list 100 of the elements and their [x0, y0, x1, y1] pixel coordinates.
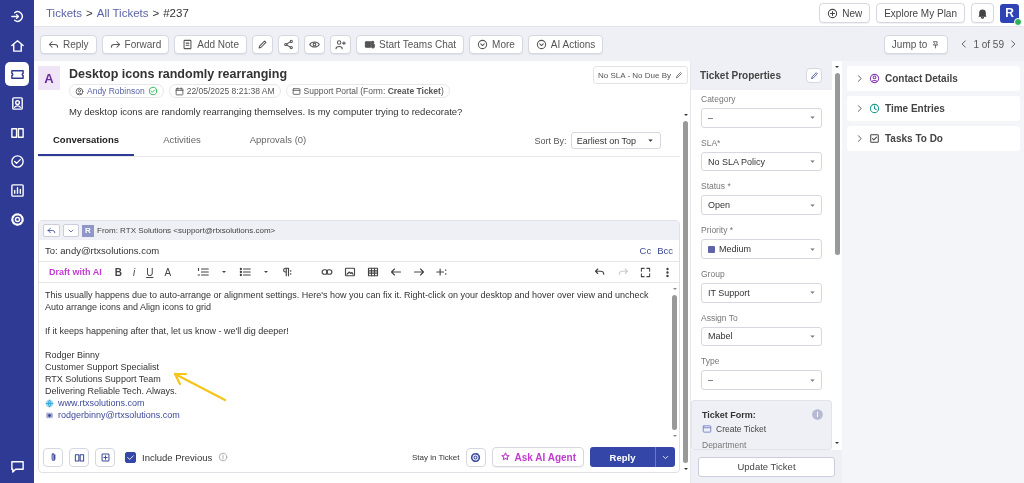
breadcrumb-separator: > — [86, 7, 93, 19]
chat-icon — [9, 458, 25, 474]
bcc-link[interactable]: Bcc — [657, 245, 673, 256]
reply-options-button[interactable] — [655, 447, 675, 467]
edit-icon — [809, 71, 819, 80]
add-person-button[interactable] — [329, 34, 351, 54]
info-icon — [218, 452, 229, 462]
ai-actions-button[interactable]: AI Actions — [527, 34, 604, 54]
pin-icon — [931, 39, 941, 49]
calendar-icon — [174, 86, 184, 96]
breadcrumb-link[interactable]: Tickets — [46, 7, 82, 19]
sla-badge[interactable]: No SLA - No Due By — [593, 66, 688, 84]
settings-button[interactable] — [465, 447, 486, 467]
forward-button[interactable]: Forward — [101, 34, 170, 54]
arrow-right-icon — [413, 266, 426, 278]
settings-icon — [9, 211, 25, 227]
field-dropdown[interactable]: No SLA Policy — [701, 151, 822, 172]
panel-scrollbar[interactable] — [681, 111, 690, 473]
to-address[interactable]: To: andy@rtxsolutions.com — [45, 245, 160, 256]
requester-avatar: A — [38, 66, 60, 90]
section-header[interactable]: Contact Details — [847, 66, 1020, 91]
field-dropdown[interactable]: Medium — [701, 239, 822, 259]
eye-icon — [308, 38, 320, 50]
reply-button[interactable]: Reply — [40, 34, 97, 54]
sidebar-item[interactable] — [5, 62, 29, 86]
field-dropdown[interactable]: – — [701, 108, 822, 128]
reply-send-button[interactable]: Reply — [590, 447, 655, 467]
message-text: If it keeps happening after that, let us know - we'll dig deeper! — [45, 325, 290, 337]
verified-icon — [147, 86, 158, 96]
user-avatar[interactable]: R — [1000, 3, 1019, 23]
scroll-down-icon — [833, 439, 841, 447]
attach-button[interactable] — [43, 447, 63, 467]
sender-avatar: R — [82, 224, 94, 237]
message-text: Rodger Binny — [45, 349, 101, 361]
field-label: Category — [701, 94, 737, 104]
website-link[interactable]: www.rtxsolutions.com — [58, 397, 145, 409]
notifications-button[interactable] — [971, 3, 994, 23]
field-dropdown[interactable]: Open — [701, 195, 822, 216]
email-icon — [45, 410, 54, 420]
breadcrumb-separator: > — [152, 7, 160, 19]
insert-icon — [436, 266, 449, 278]
tab[interactable]: Activities — [134, 125, 230, 156]
jump-to-button[interactable]: Jump to — [883, 34, 949, 54]
draft-with-ai-button[interactable]: Draft with AI — [49, 267, 102, 277]
new-button[interactable]: New — [819, 3, 871, 23]
ticket-form-value: Create Ticket — [716, 424, 767, 434]
redo-icon — [617, 266, 629, 278]
edit-button[interactable] — [251, 34, 273, 54]
chevron-right-icon — [855, 74, 864, 83]
font-size-button[interactable]: A — [164, 266, 172, 278]
teams-chat-button[interactable]: Start Teams Chat — [355, 34, 465, 54]
watch-button[interactable] — [303, 34, 325, 54]
field-label: Group — [701, 268, 726, 279]
insert-icon — [99, 451, 111, 463]
section-header[interactable]: Tasks To Do — [847, 126, 1020, 151]
next-icon — [1008, 39, 1018, 49]
field-label: SLA* — [701, 137, 722, 148]
cc-link[interactable]: Cc — [639, 245, 652, 256]
check-icon — [126, 452, 135, 462]
logout-icon — [9, 8, 25, 24]
field-label: Priority * — [701, 225, 735, 236]
reply-mode-button[interactable] — [43, 224, 60, 237]
sort-label: Sort By: — [534, 135, 567, 146]
check-circle-icon — [9, 153, 25, 169]
caret-icon — [646, 136, 655, 145]
section-header[interactable]: Time Entries — [847, 96, 1020, 121]
share-icon — [282, 38, 294, 50]
chevron-circle-icon — [535, 38, 547, 50]
field-dropdown[interactable]: Mabel — [701, 326, 822, 347]
chevron-circle-icon — [477, 38, 489, 50]
properties-title: Ticket Properties — [700, 70, 781, 81]
department-label: Department — [702, 440, 748, 449]
insert-button[interactable] — [95, 447, 115, 467]
breadcrumb-link[interactable]: All Tickets — [96, 7, 149, 19]
add-person-icon — [334, 38, 346, 50]
message-text: RTX Solutions Support Team — [45, 373, 162, 385]
bullet-list-icon — [239, 266, 252, 278]
field-dropdown[interactable]: – — [701, 370, 822, 391]
email-link[interactable]: rodgerbinny@rtxsolutions.com — [58, 409, 180, 421]
update-ticket-button[interactable]: Update Ticket — [698, 456, 835, 477]
tab[interactable]: Conversations — [38, 125, 134, 156]
reply-icon — [47, 226, 56, 235]
tab[interactable]: Approvals (0) — [230, 125, 326, 156]
explore-plan-button[interactable]: Explore My Plan — [876, 3, 965, 23]
field-dropdown[interactable]: IT Support — [701, 282, 822, 303]
italic-button[interactable]: i — [132, 266, 136, 278]
plus-circle-icon — [827, 7, 839, 19]
more-button[interactable]: More — [469, 34, 523, 54]
include-previous-checkbox[interactable] — [125, 451, 136, 463]
image-icon — [344, 266, 357, 278]
add-note-button[interactable]: Add Note — [174, 34, 247, 54]
edit-properties-button[interactable] — [806, 68, 822, 83]
sort-dropdown[interactable]: Earliest on Top — [570, 132, 661, 149]
ticket-title: Desktop icons randomly rearranging — [69, 67, 289, 81]
share-button[interactable] — [277, 34, 299, 54]
numbered-list-icon — [197, 266, 210, 278]
knowledge-base-button[interactable] — [69, 447, 89, 467]
ask-ai-agent-button[interactable]: Ask AI Agent — [491, 447, 584, 467]
underline-button[interactable]: U — [146, 266, 154, 278]
bold-button[interactable]: B — [114, 266, 122, 278]
